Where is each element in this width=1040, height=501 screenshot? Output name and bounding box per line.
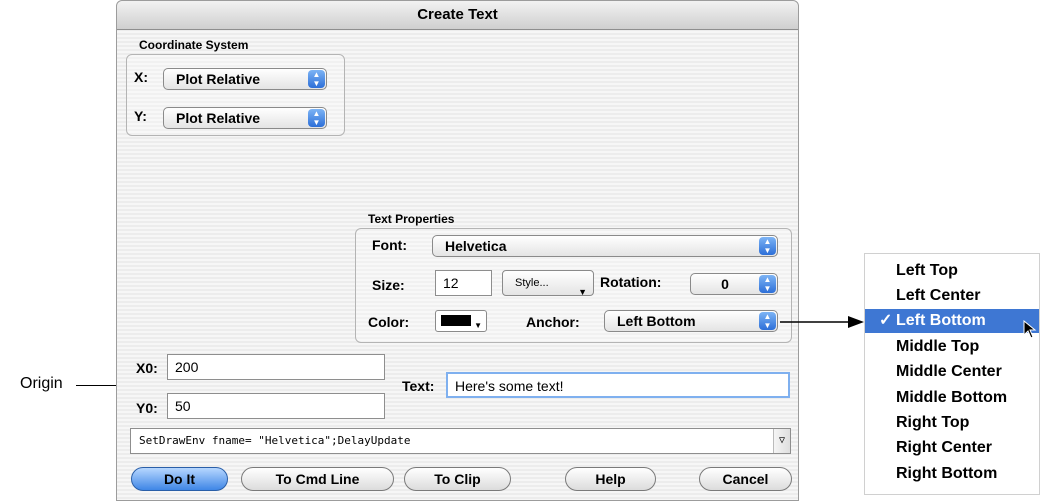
menu-item[interactable]: Middle Center [865,360,1039,384]
rotation-value: 0 [721,276,729,292]
chevron-down-icon: ▼ [474,321,482,330]
x-coordinate-value: Plot Relative [176,71,261,87]
do-it-button[interactable]: Do It [131,467,228,491]
updown-arrows-icon: ▲ ▼ [308,70,325,88]
command-line-field[interactable]: SetDrawEnv fname= "Helvetica";DelayUpdat… [130,428,791,454]
y-coordinate-label: Y: [134,108,147,124]
y-coordinate-popup[interactable]: Plot Relative ▲ ▼ [163,107,327,129]
rotation-label: Rotation: [600,274,662,290]
to-clip-button[interactable]: To Clip [404,467,511,491]
style-button[interactable]: Style... ▼ [502,270,594,297]
anchor-value: Left Bottom [617,313,696,329]
updown-arrows-icon: ▲ ▼ [308,109,325,127]
y0-label: Y0: [136,400,158,416]
x-coordinate-label: X: [134,69,148,85]
font-popup[interactable]: Helvetica ▲ ▼ [432,235,778,257]
font-value: Helvetica [445,238,507,254]
text-label: Text: [402,378,435,394]
origin-annotation: Origin [20,375,63,392]
menu-item[interactable]: Right Center [865,436,1039,460]
updown-arrows-icon: ▲ ▼ [759,275,776,293]
x0-label: X0: [136,360,158,376]
chevron-down-icon: ▼ [578,287,587,297]
style-button-label: Style... [515,277,549,289]
updown-arrows-icon: ▲ ▼ [759,237,776,255]
anchor-menu: Left Top Left Center ✓ Left Bottom Middle… [864,253,1040,495]
size-label: Size: [372,277,405,293]
color-swatch-button[interactable]: ▼ [435,310,487,332]
menu-item[interactable]: Left Top [865,259,1039,283]
size-field[interactable]: 12 [435,270,492,296]
menu-item-selected[interactable]: ✓ Left Bottom [865,309,1039,333]
coordinate-system-label: Coordinate System [139,38,249,52]
scroll-down-icon[interactable]: ▽ [773,429,790,453]
y0-field[interactable]: 50 [167,393,385,419]
menu-item-label: Left Bottom [896,312,986,329]
command-line-text: SetDrawEnv fname= "Helvetica";DelayUpdat… [139,434,411,447]
to-cmd-line-button[interactable]: To Cmd Line [241,467,394,491]
menu-item[interactable]: Middle Bottom [865,386,1039,410]
mouse-cursor-icon [1023,320,1037,339]
rotation-popup[interactable]: 0 ▲ ▼ [690,273,778,295]
checkmark-icon: ✓ [879,312,893,329]
font-label: Font: [372,237,407,253]
menu-item[interactable]: Middle Top [865,335,1039,359]
menu-item[interactable]: Right Top [865,411,1039,435]
window-title: Create Text [117,1,798,30]
updown-arrows-icon: ▲ ▼ [759,312,776,330]
menu-item[interactable]: Left Center [865,284,1039,308]
y-coordinate-value: Plot Relative [176,110,261,126]
menu-item[interactable]: Right Bottom [865,462,1039,486]
x-coordinate-popup[interactable]: Plot Relative ▲ ▼ [163,68,327,90]
color-label: Color: [368,314,410,330]
anchor-popup[interactable]: Left Bottom ▲ ▼ [604,310,778,332]
x0-field[interactable]: 200 [167,354,385,380]
color-swatch-fill [441,315,471,326]
arrow-icon [780,316,864,328]
text-input[interactable]: Here's some text! [446,372,790,398]
help-button[interactable]: Help [565,467,656,491]
cancel-button[interactable]: Cancel [699,467,792,491]
text-properties-label: Text Properties [368,212,455,226]
anchor-label: Anchor: [526,314,580,330]
